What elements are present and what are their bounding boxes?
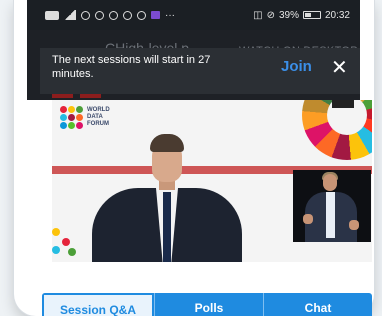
notification-icon xyxy=(45,10,59,20)
more-icon: ··· xyxy=(165,9,175,21)
app-icon xyxy=(123,10,132,20)
session-tabs: Session Q&A Polls Chat xyxy=(42,293,372,316)
toast-message: The next sessions will start in 27 minut… xyxy=(52,54,211,80)
world-data-forum-logo: WORLD DATA FORUM xyxy=(60,106,110,129)
nfc-icon: ◫ xyxy=(253,9,263,21)
sdg-badge xyxy=(332,100,354,108)
status-icons-left: ··· xyxy=(45,10,175,21)
mute-icon: ⊘ xyxy=(266,9,275,21)
logo-mark xyxy=(60,106,83,129)
join-button[interactable]: Join xyxy=(281,58,312,75)
status-bar: ··· ◫ ⊘ 39% 20:32 xyxy=(27,0,360,30)
signal-icon xyxy=(64,10,76,20)
clock: 20:32 xyxy=(324,9,350,21)
close-icon[interactable]: ✕ xyxy=(331,55,348,80)
speaker-video xyxy=(92,134,242,262)
app-icon xyxy=(137,10,146,20)
sign-language-inset xyxy=(293,170,371,242)
tab-polls[interactable]: Polls xyxy=(154,293,263,316)
decorative-dots xyxy=(52,228,78,258)
session-toast: The next sessions will start in 27 minut… xyxy=(40,48,360,94)
logo-text: WORLD DATA FORUM xyxy=(87,107,110,127)
sdg-wheel-graphic xyxy=(302,100,372,160)
battery-percent: 39% xyxy=(278,9,299,21)
app-icon xyxy=(109,10,118,20)
wifi-icon xyxy=(81,10,90,20)
tab-chat[interactable]: Chat xyxy=(263,293,372,316)
battery-icon xyxy=(302,11,321,19)
tab-session-qa[interactable]: Session Q&A xyxy=(42,293,154,316)
app-icon xyxy=(95,10,104,20)
status-icons-right: ◫ ⊘ 39% 20:32 xyxy=(253,10,350,21)
app-icon xyxy=(151,11,160,19)
